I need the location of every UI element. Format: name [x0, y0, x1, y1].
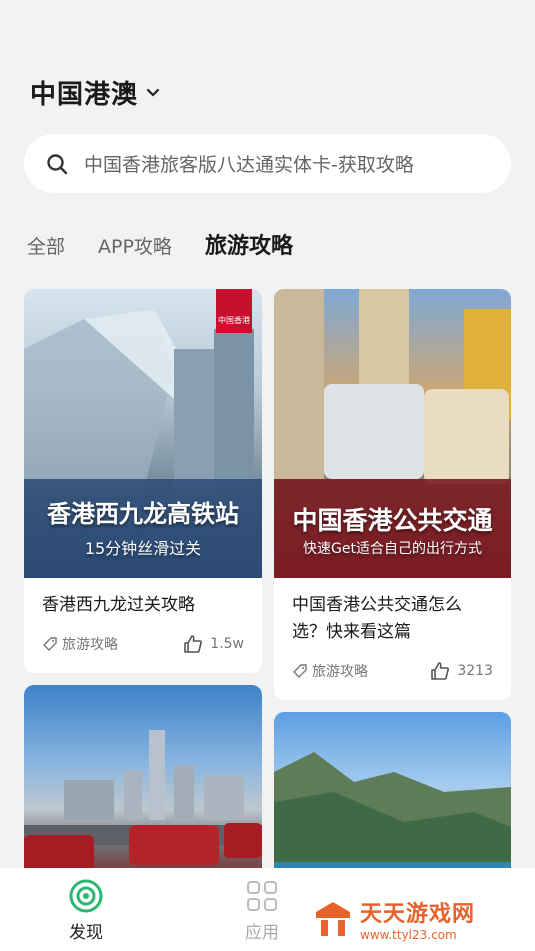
watermark: 天天游戏网 www.ttyl23.com	[312, 896, 475, 942]
chevron-down-icon	[146, 88, 160, 97]
flag-text: 中国香港	[218, 316, 250, 325]
search-bar[interactable]: 中国香港旅客版八达通实体卡-获取攻略	[24, 134, 511, 193]
tab-travel-guides[interactable]: 旅游攻略	[205, 228, 293, 260]
card-tag: 旅游攻略	[292, 661, 368, 681]
like-count-value: 1.5w	[210, 636, 244, 652]
guide-card[interactable]: 中国香港 香港西九龙高铁站 15分钟丝滑过关 香港西九龙过关攻略 旅游攻略 1.…	[24, 289, 262, 673]
card-meta: 旅游攻略 3213	[292, 660, 493, 682]
search-placeholder: 中国香港旅客版八达通实体卡-获取攻略	[84, 154, 414, 176]
card-image: 中国香港 香港西九龙高铁站 15分钟丝滑过关	[24, 289, 262, 578]
discover-icon	[69, 879, 103, 913]
skyline-illustration	[24, 730, 262, 875]
watermark-url: www.ttyl23.com	[360, 928, 457, 942]
apps-grid-icon	[247, 881, 277, 911]
tab-app-guides[interactable]: APP攻略	[98, 232, 172, 259]
card-image-subtitle: 快速Get适合自己的出行方式	[303, 541, 482, 557]
category-tabs: 全部 APP攻略 旅游攻略	[27, 228, 326, 260]
guide-card[interactable]: 中国香港公共交通 快速Get适合自己的出行方式 中国香港公共交通怎么选？快来看这…	[274, 289, 511, 700]
watermark-logo-icon	[316, 902, 350, 936]
card-tag-label: 旅游攻略	[312, 664, 368, 680]
region-selector[interactable]: 中国港澳	[30, 74, 160, 111]
tab-apps-label: 应用	[245, 923, 279, 943]
card-tag-label: 旅游攻略	[62, 637, 118, 653]
thumbs-up-icon	[184, 635, 203, 653]
card-meta: 旅游攻略 1.5w	[42, 633, 244, 655]
tag-icon	[293, 664, 307, 678]
tab-discover-label: 发现	[69, 923, 103, 943]
tab-apps[interactable]: 应用	[244, 878, 280, 943]
watermark-title: 天天游戏网	[360, 902, 476, 927]
card-title: 中国香港公共交通怎么选？快来看这篇	[292, 595, 462, 642]
tab-all[interactable]: 全部	[27, 232, 65, 259]
guide-card[interactable]	[24, 685, 262, 885]
card-image: 中国香港公共交通 快速Get适合自己的出行方式	[274, 289, 511, 578]
card-image-subtitle: 15分钟丝滑过关	[84, 539, 202, 558]
like-count[interactable]: 3213	[429, 660, 493, 682]
card-image-title: 香港西九龙高铁站	[47, 500, 239, 528]
tab-discover[interactable]: 发现	[68, 878, 104, 943]
thumbs-up-icon	[431, 662, 450, 680]
hk-flag-badge: 中国香港	[216, 289, 252, 333]
card-tag: 旅游攻略	[42, 634, 118, 654]
card-image	[24, 685, 262, 885]
search-icon	[47, 153, 68, 174]
tag-icon	[43, 637, 57, 651]
region-label: 中国港澳	[30, 80, 139, 110]
like-count[interactable]: 1.5w	[182, 633, 244, 655]
card-title: 香港西九龙过关攻略	[42, 595, 195, 615]
card-image-title: 中国香港公共交通	[292, 506, 493, 535]
like-count-value: 3213	[457, 663, 493, 679]
